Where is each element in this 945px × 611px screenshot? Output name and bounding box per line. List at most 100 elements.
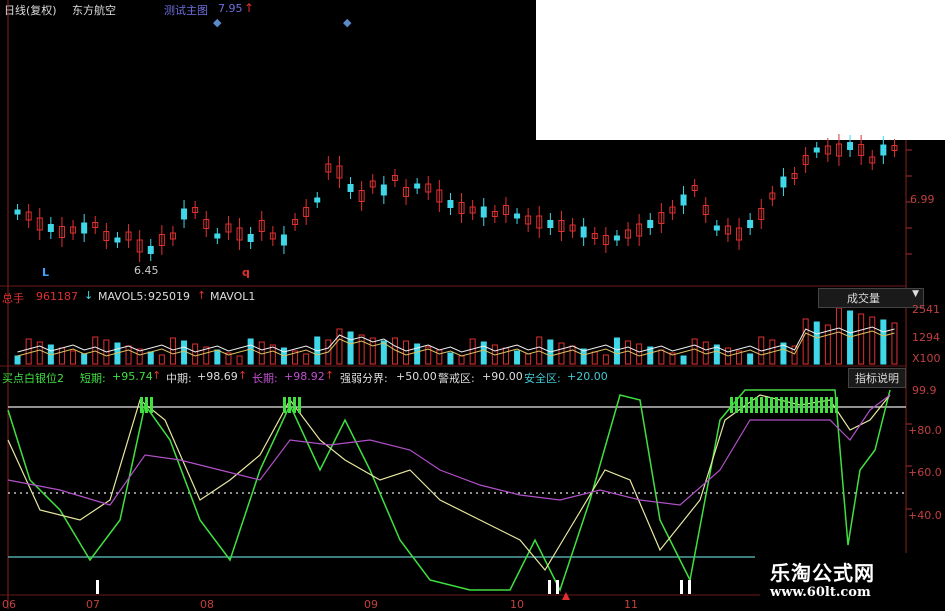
volume-axis-high: 2541 <box>912 303 940 316</box>
watermark-url: www.60lt.com <box>770 585 871 600</box>
buy-signal-bar <box>835 397 838 413</box>
date-label: 10 <box>510 598 524 611</box>
buy-signal-bar <box>765 397 768 413</box>
buy-signal-bar <box>775 397 778 413</box>
top-right-blank-area <box>536 0 945 140</box>
buy-signal-bar <box>730 397 733 413</box>
candle <box>214 233 221 239</box>
candle <box>181 208 188 220</box>
buy-signal-bar <box>288 397 291 413</box>
volume-bar <box>858 313 865 365</box>
buy-signal-bar <box>805 397 808 413</box>
candle <box>314 197 321 203</box>
volume-bar <box>514 350 521 365</box>
candle <box>747 220 754 228</box>
buy-signal-bar <box>825 397 828 413</box>
candle <box>247 234 254 242</box>
buy-signal-bar <box>283 397 286 413</box>
buy-signal-bar <box>150 397 153 413</box>
candle <box>81 222 88 234</box>
volume-bar <box>14 355 21 365</box>
volume-bar <box>835 307 842 365</box>
buy-signal-bar <box>810 397 813 413</box>
up-arrow-icon: ↑ <box>152 369 162 382</box>
indicator-help-button[interactable]: 指标说明 <box>848 368 906 388</box>
volume-bar <box>802 318 809 365</box>
bottom-signal-bar <box>556 580 559 594</box>
volume-bar <box>680 355 687 365</box>
buy-signal-bar <box>785 397 788 413</box>
candle <box>713 225 720 231</box>
up-arrow-icon: ↑ <box>197 289 207 302</box>
volume-bar <box>236 355 243 365</box>
date-label: 08 <box>200 598 214 611</box>
volume-bar <box>169 337 176 365</box>
candle <box>847 142 854 150</box>
buy-signal-bar <box>780 397 783 413</box>
mavol5-label: MAVOL5: <box>98 290 148 303</box>
volume-bar <box>403 340 410 365</box>
short-value: +95.74 <box>112 370 153 383</box>
mavol5-value: 925019 <box>148 290 190 303</box>
volume-bar <box>447 352 454 365</box>
indicator-axis-40: +40.0 <box>908 509 942 522</box>
up-arrow-icon: ↑ <box>325 369 335 382</box>
volume-bar <box>480 341 487 365</box>
up-arrow-icon <box>562 592 570 600</box>
long-label: 长期: <box>252 372 278 385</box>
volume-total-label: 总手 <box>2 292 24 305</box>
buy-signal-bar <box>298 397 301 413</box>
candle <box>480 206 487 218</box>
bottom-signal-bar <box>688 580 691 594</box>
volume-bar <box>747 353 754 365</box>
long-value: +98.92 <box>284 370 325 383</box>
mid-term-line <box>7 394 891 572</box>
volume-bar <box>125 345 132 365</box>
volume-bar <box>36 341 43 365</box>
candle <box>114 237 121 243</box>
candle <box>880 144 887 156</box>
buy-signal-bar <box>750 397 753 413</box>
volume-indicator-dropdown[interactable]: 成交量 ▼ <box>818 288 924 308</box>
volume-bar <box>625 340 632 365</box>
buy-signal-bar <box>770 397 773 413</box>
volume-bar <box>502 347 509 365</box>
buy-signal-bar <box>800 397 803 413</box>
candle <box>47 224 54 232</box>
volume-bar <box>869 316 876 365</box>
mavol1-label: MAVOL1 <box>210 290 256 303</box>
watermark-title: 乐淘公式网 <box>770 561 875 585</box>
volume-bar <box>436 349 443 365</box>
mid-label: 中期: <box>166 372 192 385</box>
date-label: 09 <box>364 598 378 611</box>
mavol10-line <box>17 330 895 357</box>
volume-bar <box>214 349 221 365</box>
mid-value: +98.69 <box>197 370 238 383</box>
mavol5-line <box>17 326 895 353</box>
indicator-name[interactable]: 买点白银位2 <box>2 370 64 386</box>
volume-bar <box>58 347 65 365</box>
up-arrow-icon: ↑ <box>238 369 248 382</box>
volume-bar <box>81 353 88 365</box>
volume-bar <box>158 354 165 365</box>
candle <box>547 220 554 228</box>
volume-bar <box>602 354 609 365</box>
indicator-axis-60: +60.0 <box>908 466 942 479</box>
candle <box>514 213 521 219</box>
safe-value: +20.00 <box>567 370 608 383</box>
date-label: 07 <box>86 598 100 611</box>
date-label: 06 <box>2 598 16 611</box>
buy-signal-bar <box>830 397 833 413</box>
candle <box>414 183 421 189</box>
candle <box>680 194 687 206</box>
volume-bar <box>414 343 421 365</box>
indicator-axis-top: 99.9 <box>912 384 937 397</box>
candle <box>147 246 154 254</box>
candle <box>647 220 654 228</box>
low-price-label: 6.45 <box>134 264 159 277</box>
candle <box>613 235 620 241</box>
buy-signal-bar <box>820 397 823 413</box>
strong-weak-label: 强弱分界: <box>340 372 388 385</box>
volume-bar <box>247 338 254 365</box>
stock-chart-canvas[interactable] <box>0 0 945 609</box>
